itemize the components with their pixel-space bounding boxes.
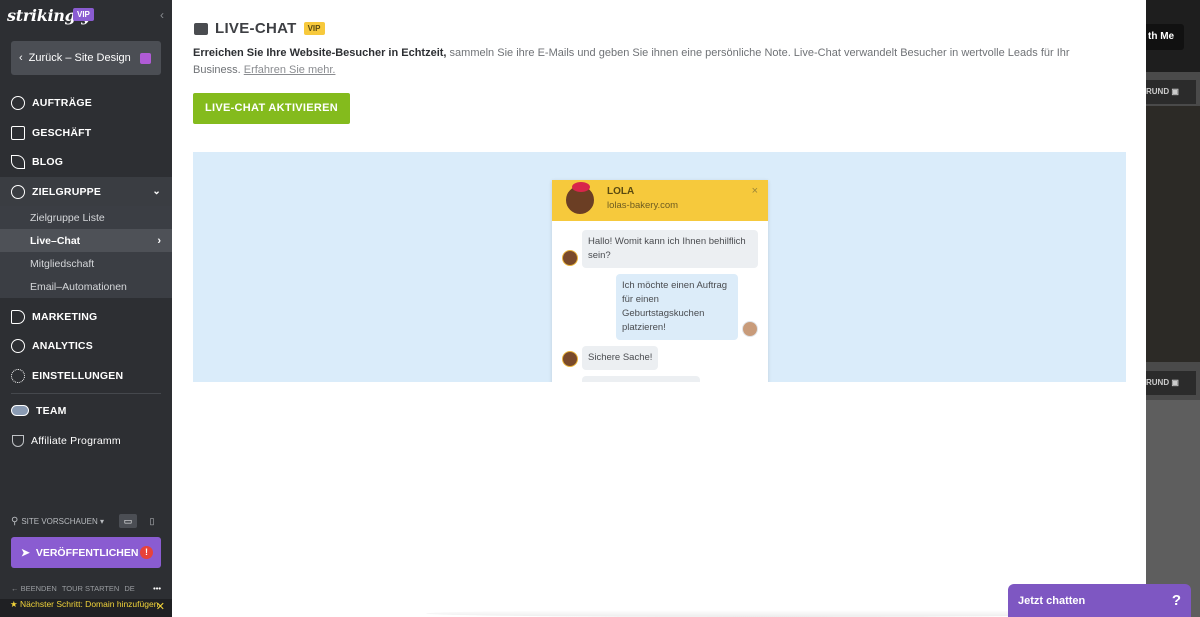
next-step-banner[interactable]: ★ Nächster Schritt: Domain hinzufügen ✕ xyxy=(0,599,172,617)
chat-preview-illustration: LOLA lolas-bakery.com × Hallo! Womit kan… xyxy=(193,152,1126,382)
chat-message-partial xyxy=(582,376,700,382)
user-avatar-small xyxy=(742,321,758,337)
background-edit-tag[interactable]: RUND ▣ xyxy=(1146,371,1196,395)
feather-icon xyxy=(11,154,25,169)
site-preview-dropdown[interactable]: SITE VORSCHAUEN ▾ xyxy=(21,517,104,526)
exit-link[interactable]: ← BEENDEN xyxy=(11,584,57,593)
star-icon: ★ xyxy=(10,599,18,609)
sub-item-email-automationen[interactable]: Email–Automationen xyxy=(0,275,172,298)
mobile-preview-icon[interactable]: ▯ xyxy=(143,514,161,528)
pie-chart-icon xyxy=(11,338,25,353)
chevron-left-icon: ‹ xyxy=(19,52,23,64)
page-title: LIVE-CHAT xyxy=(215,20,297,37)
nav-label: AUFTRÄGE xyxy=(32,96,92,109)
back-button-label: Zurück – Site Design xyxy=(28,52,131,64)
nav-zielgruppe[interactable]: ZIELGRUPPE ⌄ xyxy=(0,177,172,206)
gear-icon xyxy=(11,368,25,383)
background-edit-tag[interactable]: RUND ▣ xyxy=(1146,80,1196,104)
nav-blog[interactable]: BLOG xyxy=(0,147,172,176)
nav-label: GESCHÄFT xyxy=(32,126,92,139)
nav-label: Affiliate Programm xyxy=(31,434,121,447)
agent-name: LOLA xyxy=(607,186,635,197)
publish-button[interactable]: ➤ VERÖFFENTLICHEN ! xyxy=(11,537,161,568)
nav-geschaeft[interactable]: GESCHÄFT xyxy=(0,118,172,147)
nav-einstellungen[interactable]: EINSTELLUNGEN xyxy=(0,361,172,390)
chat-header: LOLA lolas-bakery.com × xyxy=(552,180,768,221)
collapse-sidebar-icon[interactable]: ‹ xyxy=(160,8,164,22)
sub-item-label: Mitgliedschaft xyxy=(30,257,95,270)
nav-label: BLOG xyxy=(32,155,64,168)
agent-avatar xyxy=(564,182,596,216)
chat-message: Ich möchte einen Auftrag für einen Gebur… xyxy=(616,274,738,340)
sub-item-live-chat[interactable]: Live–Chat › xyxy=(0,229,172,252)
agent-avatar-small xyxy=(562,250,578,266)
sub-item-mitgliedschaft[interactable]: Mitgliedschaft xyxy=(0,252,172,275)
agent-avatar-small xyxy=(562,351,578,367)
description-bold: Erreichen Sie Ihre Website-Besucher in E… xyxy=(193,47,447,59)
sub-item-label: Live–Chat xyxy=(30,234,81,247)
activate-live-chat-button[interactable]: LIVE-CHAT AKTIVIEREN xyxy=(193,93,350,124)
people-icon xyxy=(11,184,25,199)
team-icon xyxy=(11,405,29,416)
agent-site: lolas-bakery.com xyxy=(607,200,679,211)
dollar-circle-icon xyxy=(11,95,25,110)
chat-launcher[interactable]: Jetzt chatten ? xyxy=(1008,584,1191,617)
desktop-preview-icon[interactable]: ▭ xyxy=(119,514,137,528)
chat-bubble-icon xyxy=(194,22,208,35)
sidebar: strikingly VIP ‹ ‹ Zurück – Site Design … xyxy=(0,0,172,617)
nav-label: MARKETING xyxy=(32,310,98,323)
site-section-image xyxy=(1146,106,1200,362)
vip-badge: VIP xyxy=(73,8,94,21)
nav-label: TEAM xyxy=(36,404,67,417)
chevron-right-icon: › xyxy=(157,234,161,247)
vip-badge: VIP xyxy=(303,22,325,35)
footer-links: ← BEENDEN TOUR STARTEN DE ••• xyxy=(11,584,161,593)
nav-label: ANALYTICS xyxy=(32,339,93,352)
nav-label: EINSTELLUNGEN xyxy=(32,369,124,382)
panel-header: LIVE-CHAT VIP xyxy=(194,20,325,37)
megaphone-icon xyxy=(11,309,25,324)
more-icon[interactable]: ••• xyxy=(153,584,161,593)
trophy-icon xyxy=(12,434,24,447)
nav-marketing[interactable]: MARKETING xyxy=(0,302,172,331)
sub-item-label: Zielgruppe Liste xyxy=(30,211,105,224)
next-step-text: Nächster Schritt: Domain hinzufügen xyxy=(20,599,159,609)
nav-auftraege[interactable]: AUFTRÄGE xyxy=(0,88,172,117)
sub-item-label: Email–Automationen xyxy=(30,280,127,293)
learn-more-link[interactable]: Erfahren Sie mehr. xyxy=(244,64,336,76)
site-preview-row: ⚲ SITE VORSCHAUEN ▾ ▭ ▯ xyxy=(11,514,161,528)
site-editor-background: th Me RUND ▣ RUND ▣ xyxy=(1146,0,1200,617)
rocket-icon: ➤ xyxy=(21,546,30,559)
sub-item-zielgruppe-liste[interactable]: Zielgruppe Liste xyxy=(0,206,172,229)
live-chat-panel: LIVE-CHAT VIP Erreichen Sie Ihre Website… xyxy=(172,0,1146,617)
chat-message: Hallo! Womit kann ich Ihnen behilflich s… xyxy=(582,230,758,268)
chat-message: Sichere Sache! xyxy=(582,346,659,370)
store-icon xyxy=(11,125,25,140)
panel-description: Erreichen Sie Ihre Website-Besucher in E… xyxy=(193,45,1118,79)
publish-label: VERÖFFENTLICHEN xyxy=(35,546,139,559)
chat-launcher-label: Jetzt chatten xyxy=(1018,594,1086,607)
nav-divider xyxy=(11,393,161,394)
site-design-icon xyxy=(140,52,151,64)
search-icon: ⚲ xyxy=(11,515,19,527)
close-icon: × xyxy=(751,185,758,197)
site-header-button[interactable]: th Me xyxy=(1146,24,1184,50)
close-icon[interactable]: ✕ xyxy=(156,602,165,612)
help-icon: ? xyxy=(1171,592,1181,609)
nav-analytics[interactable]: ANALYTICS xyxy=(0,331,172,360)
nav-team[interactable]: TEAM xyxy=(0,396,172,425)
chat-window-mockup: LOLA lolas-bakery.com × Hallo! Womit kan… xyxy=(552,180,768,382)
nav-label: ZIELGRUPPE xyxy=(32,185,102,198)
back-to-site-design-button[interactable]: ‹ Zurück – Site Design xyxy=(11,41,161,75)
warning-icon: ! xyxy=(140,546,153,559)
chevron-down-icon: ⌄ xyxy=(152,186,161,197)
language-link[interactable]: DE xyxy=(124,584,134,593)
nav-affiliate-programm[interactable]: Affiliate Programm xyxy=(0,426,172,455)
start-tour-link[interactable]: TOUR STARTEN xyxy=(62,584,120,593)
